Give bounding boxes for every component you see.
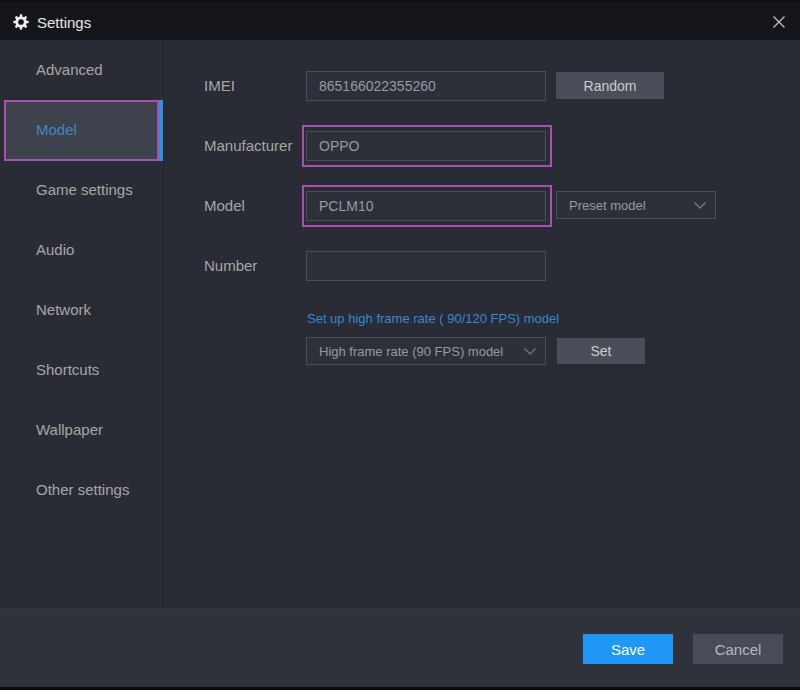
close-icon[interactable] bbox=[765, 8, 793, 36]
model-label: Model bbox=[204, 191, 245, 221]
high-frame-rate-dropdown[interactable]: High frame rate (90 FPS) model bbox=[306, 337, 546, 365]
random-button[interactable]: Random bbox=[556, 72, 664, 99]
chevron-down-icon bbox=[523, 347, 537, 356]
settings-window: Settings Advanced Model Game settings Au… bbox=[0, 0, 800, 690]
high-frame-rate-dropdown-value: High frame rate (90 FPS) model bbox=[319, 344, 503, 359]
sidebar-item-network[interactable]: Network bbox=[0, 280, 160, 340]
model-input[interactable] bbox=[306, 191, 546, 221]
cancel-button[interactable]: Cancel bbox=[693, 634, 783, 664]
sidebar-item-advanced[interactable]: Advanced bbox=[0, 40, 160, 100]
window-title: Settings bbox=[37, 2, 91, 42]
footer-bar bbox=[0, 609, 800, 686]
manufacturer-label: Manufacturer bbox=[204, 131, 292, 161]
manufacturer-input[interactable] bbox=[306, 131, 546, 161]
sidebar-item-audio[interactable]: Audio bbox=[0, 220, 160, 280]
high-frame-rate-link[interactable]: Set up high frame rate ( 90/120 FPS) mod… bbox=[307, 311, 559, 326]
sidebar-item-wallpaper[interactable]: Wallpaper bbox=[0, 400, 160, 460]
save-button[interactable]: Save bbox=[583, 634, 673, 664]
gear-icon bbox=[13, 14, 29, 30]
imei-input[interactable] bbox=[306, 71, 546, 101]
number-input[interactable] bbox=[306, 251, 546, 281]
title-bar: Settings bbox=[0, 0, 800, 40]
sidebar: Advanced Model Game settings Audio Netwo… bbox=[0, 40, 163, 608]
preset-model-dropdown[interactable]: Preset model bbox=[556, 191, 716, 219]
sidebar-item-shortcuts[interactable]: Shortcuts bbox=[0, 340, 160, 400]
chevron-down-icon bbox=[693, 201, 707, 210]
number-label: Number bbox=[204, 251, 257, 281]
selected-item-accent-bar bbox=[159, 100, 163, 161]
set-button[interactable]: Set bbox=[557, 338, 645, 364]
imei-label: IMEI bbox=[204, 71, 235, 101]
sidebar-item-game-settings[interactable]: Game settings bbox=[0, 160, 160, 220]
sidebar-item-other-settings[interactable]: Other settings bbox=[0, 460, 160, 520]
sidebar-item-model[interactable]: Model bbox=[0, 100, 160, 160]
preset-model-dropdown-value: Preset model bbox=[569, 198, 646, 213]
